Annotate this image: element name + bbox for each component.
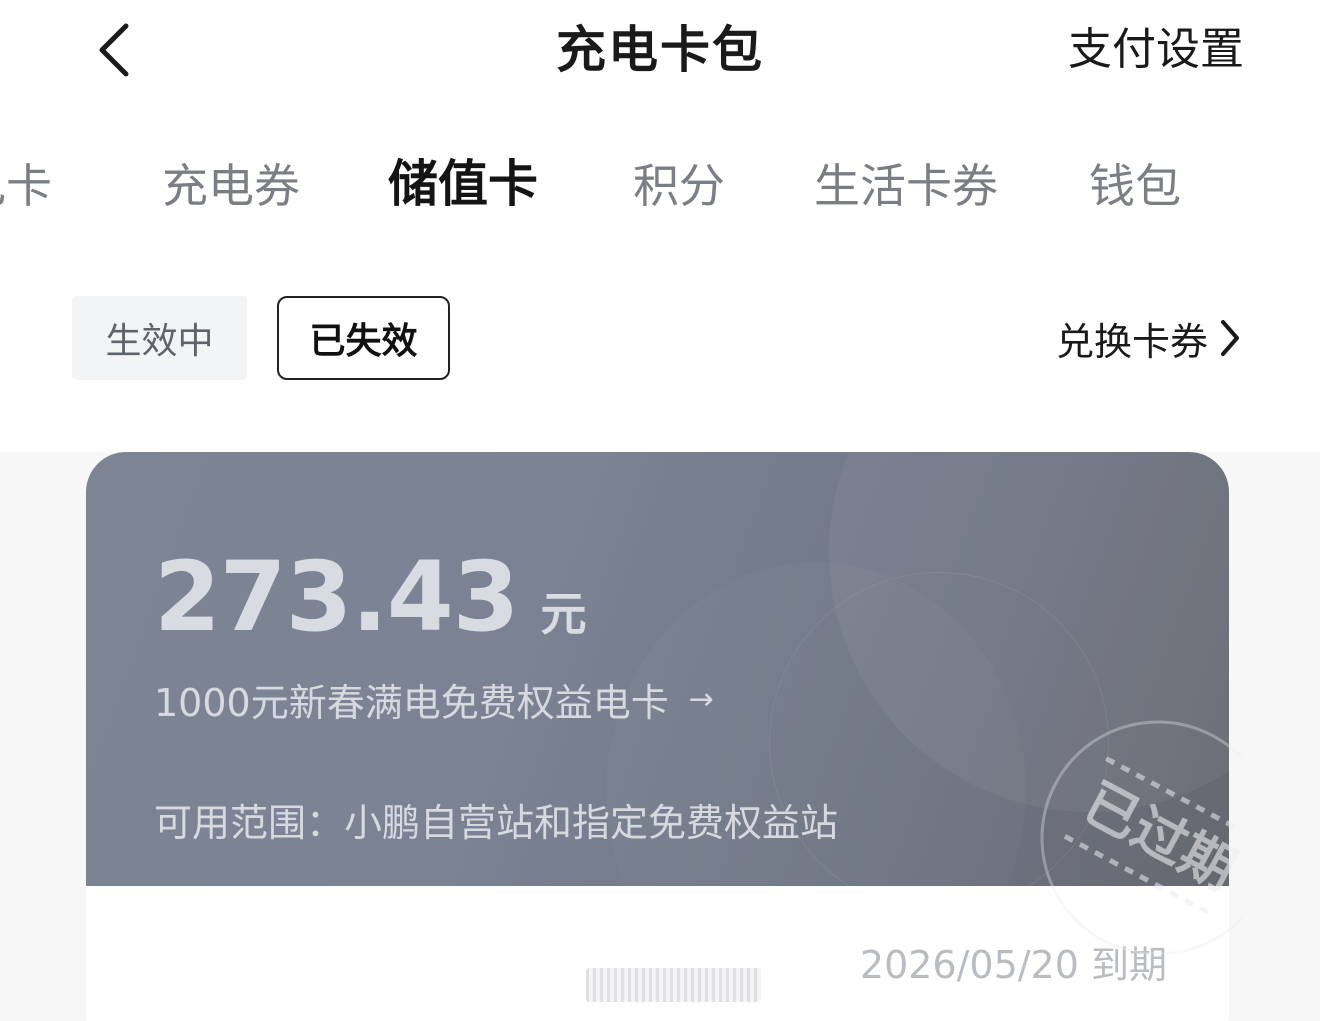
filter-active-chip[interactable]: 生效中 [72,296,247,380]
arrow-right-icon: → [688,682,714,717]
tab-points[interactable]: 积分 [633,148,725,224]
tab-charging-coupon[interactable]: 充电券 [162,148,300,224]
card-name-link[interactable]: 1000元新春满电免费权益电卡 → [154,672,714,727]
chevron-right-icon [1221,320,1239,356]
card-face: 273.43 元 1000元新春满电免费权益电卡 → 可用范围：小鹏自营站和指定… [86,452,1229,886]
filter-expired-chip[interactable]: 已失效 [277,296,450,380]
stored-value-card[interactable]: 273.43 元 1000元新春满电免费权益电卡 → 可用范围：小鹏自营站和指定… [86,452,1229,1021]
expire-date: 2026/05/20 到期 [859,943,1167,987]
tab-wallet[interactable]: 钱包 [1089,148,1181,224]
card-footer: 2026/05/20 到期 [86,886,1229,1021]
header: 充电卡包 支付设置 [0,0,1320,100]
card-scope: 可用范围：小鹏自营站和指定免费权益站 [154,801,839,845]
blurred-card-number [586,968,761,1002]
back-button[interactable] [84,18,144,82]
balance-currency: 元 [540,587,587,641]
tab-electric-card[interactable]: 电卡 [0,148,52,224]
card-name: 1000元新春满电免费权益电卡 [154,681,669,725]
page: 充电卡包 支付设置 电卡 充电券 储值卡 积分 生活卡券 钱包 生效中 已失效 … [0,0,1320,1021]
balance-amount: 273.43 [154,541,519,653]
tab-stored-value-card[interactable]: 储值卡 [388,146,538,222]
card-balance: 273.43 元 [154,542,586,652]
pay-settings-link[interactable]: 支付设置 [1068,18,1244,82]
redeem-label: 兑换卡券 [1055,319,1208,364]
category-tabs: 电卡 充电券 储值卡 积分 生活卡券 钱包 [0,148,1320,228]
tab-life-coupons[interactable]: 生活卡券 [814,148,998,224]
chevron-left-icon [99,23,129,77]
redeem-coupon-link[interactable]: 兑换卡券 [1056,296,1242,380]
